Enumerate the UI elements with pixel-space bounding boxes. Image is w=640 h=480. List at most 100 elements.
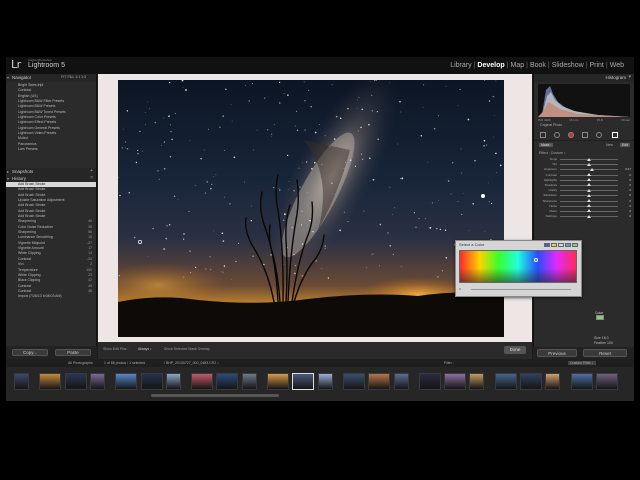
slider-value[interactable]: 0 xyxy=(629,214,631,218)
color-preset-swatch[interactable] xyxy=(572,243,578,247)
filmstrip-thumbnail[interactable] xyxy=(317,373,333,390)
slider-thumb[interactable] xyxy=(587,188,591,192)
filmstrip-thumbnail[interactable] xyxy=(216,373,239,390)
done-button[interactable]: Done xyxy=(504,346,526,354)
slider-value[interactable]: 0.27 xyxy=(625,167,631,171)
color-swatch[interactable] xyxy=(596,315,604,320)
filmstrip-thumbnail[interactable] xyxy=(115,373,138,390)
slider-thumb[interactable] xyxy=(587,157,591,161)
filmstrip-thumbnail[interactable] xyxy=(64,373,87,390)
slider-thumb[interactable] xyxy=(587,173,591,177)
star xyxy=(495,80,497,82)
module-book[interactable]: Book xyxy=(528,62,548,69)
slider-value[interactable]: 0 xyxy=(629,209,631,213)
star xyxy=(304,100,306,102)
filmstrip-thumbnail[interactable] xyxy=(241,373,257,390)
slider-value[interactable]: 0 xyxy=(629,188,631,192)
filmstrip-scrollbar[interactable] xyxy=(151,394,279,397)
original-photo-checkbox[interactable]: Original Photo xyxy=(534,122,634,129)
filmstrip-thumbnail[interactable] xyxy=(520,373,542,390)
effect-select[interactable]: Effect : Custom ↕ xyxy=(534,150,634,157)
crop-tool-icon[interactable] xyxy=(540,132,546,138)
filmstrip-thumbnail[interactable] xyxy=(14,373,29,390)
red-eye-icon[interactable] xyxy=(568,132,574,138)
milky-way-photo[interactable] xyxy=(118,80,504,337)
slider-thumb[interactable] xyxy=(587,162,591,166)
navigator-zoom-options[interactable]: FIT FILL 1:1 1:3 xyxy=(61,74,86,81)
slider-value[interactable]: 0 xyxy=(629,199,631,203)
history-item[interactable]: Import (7/26/13 6:08:03 AM) xyxy=(6,294,96,299)
slider-value[interactable]: 0 xyxy=(629,173,631,177)
snapshots-header[interactable]: ▸ Snapshots + xyxy=(6,168,96,175)
copy-button[interactable]: Copy... xyxy=(12,349,48,356)
slider-thumb[interactable] xyxy=(587,193,591,197)
filmstrip-thumbnail[interactable] xyxy=(595,373,618,390)
filmstrip-thumbnail[interactable] xyxy=(393,373,409,390)
filmstrip-thumbnail[interactable] xyxy=(545,373,561,390)
history-header[interactable]: ▾ History × xyxy=(6,175,96,182)
filmstrip-thumbnail[interactable] xyxy=(267,373,289,390)
filmstrip-thumbnail[interactable] xyxy=(570,373,593,390)
module-print[interactable]: Print xyxy=(587,62,605,69)
saturation-slider[interactable]: S xyxy=(459,287,577,293)
color-preset-swatch[interactable] xyxy=(558,243,564,247)
filename-label[interactable]: / BHP_20130727_000_0483.CR2 ↕ xyxy=(164,361,219,365)
slider-value[interactable]: 0 xyxy=(629,178,631,182)
slider-thumb[interactable] xyxy=(587,209,591,213)
module-map[interactable]: Map xyxy=(508,62,526,69)
slider-thumb[interactable] xyxy=(587,204,591,208)
histogram-graph[interactable] xyxy=(538,84,630,117)
show-edit-pins-select[interactable]: Always ↕ xyxy=(138,347,152,351)
paste-button[interactable]: Paste xyxy=(55,349,91,356)
custom-filter-select[interactable]: Custom Filter ↕ xyxy=(568,361,596,365)
filmstrip-thumbnail[interactable] xyxy=(444,373,467,390)
color-spectrum[interactable] xyxy=(459,250,577,283)
slider-value[interactable]: 0 xyxy=(629,204,631,208)
radial-filter-icon[interactable] xyxy=(596,132,602,138)
histogram-header[interactable]: Histogram ▾ xyxy=(534,74,634,82)
module-library[interactable]: Library xyxy=(448,62,473,69)
star xyxy=(399,100,401,103)
preset-folder[interactable]: Lam Presets xyxy=(6,147,96,152)
filmstrip-thumbnail[interactable] xyxy=(191,373,214,390)
filmstrip-thumbnail[interactable] xyxy=(368,373,391,390)
color-cursor[interactable] xyxy=(534,258,538,262)
history-item-label: Contrast xyxy=(18,283,32,288)
filmstrip-thumbnail[interactable] xyxy=(39,373,62,390)
filmstrip-thumbnail[interactable] xyxy=(469,373,485,390)
add-snapshot-icon[interactable]: + xyxy=(90,168,93,175)
slider-value[interactable]: 0 xyxy=(629,193,631,197)
mask-overlay-checkbox[interactable]: Show Selected Mask Overlay xyxy=(164,347,210,351)
filmstrip-thumbnail[interactable] xyxy=(292,373,315,390)
mask-edit-button[interactable]: Edit xyxy=(619,143,630,147)
slider-thumb[interactable] xyxy=(587,214,591,218)
star xyxy=(194,185,196,186)
photo-rendering xyxy=(118,80,504,337)
color-preset-swatch[interactable] xyxy=(544,243,550,247)
filmstrip-thumbnail[interactable] xyxy=(89,373,105,390)
slider-thumb[interactable] xyxy=(587,178,591,182)
module-slideshow[interactable]: Slideshow xyxy=(550,62,586,69)
slider-thumb[interactable] xyxy=(587,183,591,187)
slider-thumb[interactable] xyxy=(587,199,591,202)
module-develop[interactable]: Develop xyxy=(475,62,506,69)
filmstrip-thumbnail[interactable] xyxy=(494,373,517,390)
reset-button[interactable]: Reset xyxy=(583,349,627,357)
spot-removal-icon[interactable] xyxy=(554,132,560,138)
module-web[interactable]: Web xyxy=(608,62,626,69)
filmstrip-thumbnail[interactable] xyxy=(140,373,163,390)
filmstrip-thumbnail[interactable] xyxy=(342,373,365,390)
clear-history-icon[interactable]: × xyxy=(90,175,93,182)
filmstrip-thumbnail[interactable] xyxy=(418,373,441,390)
previous-button[interactable]: Previous xyxy=(537,349,577,357)
adjustment-brush-icon[interactable] xyxy=(612,132,618,138)
color-preset-swatch[interactable] xyxy=(551,243,557,247)
graduated-filter-icon[interactable] xyxy=(582,132,588,138)
navigator-header[interactable]: ▾ Navigator FIT FILL 1:1 1:3 xyxy=(6,74,96,82)
slider-thumb[interactable] xyxy=(589,167,594,171)
mask-new-button[interactable]: New xyxy=(606,143,613,147)
filmstrip-thumbnail[interactable] xyxy=(165,373,181,390)
color-preset-swatch[interactable] xyxy=(565,243,571,247)
slider-value[interactable]: 0 xyxy=(629,183,631,187)
source-label[interactable]: All Photographs xyxy=(68,361,93,365)
